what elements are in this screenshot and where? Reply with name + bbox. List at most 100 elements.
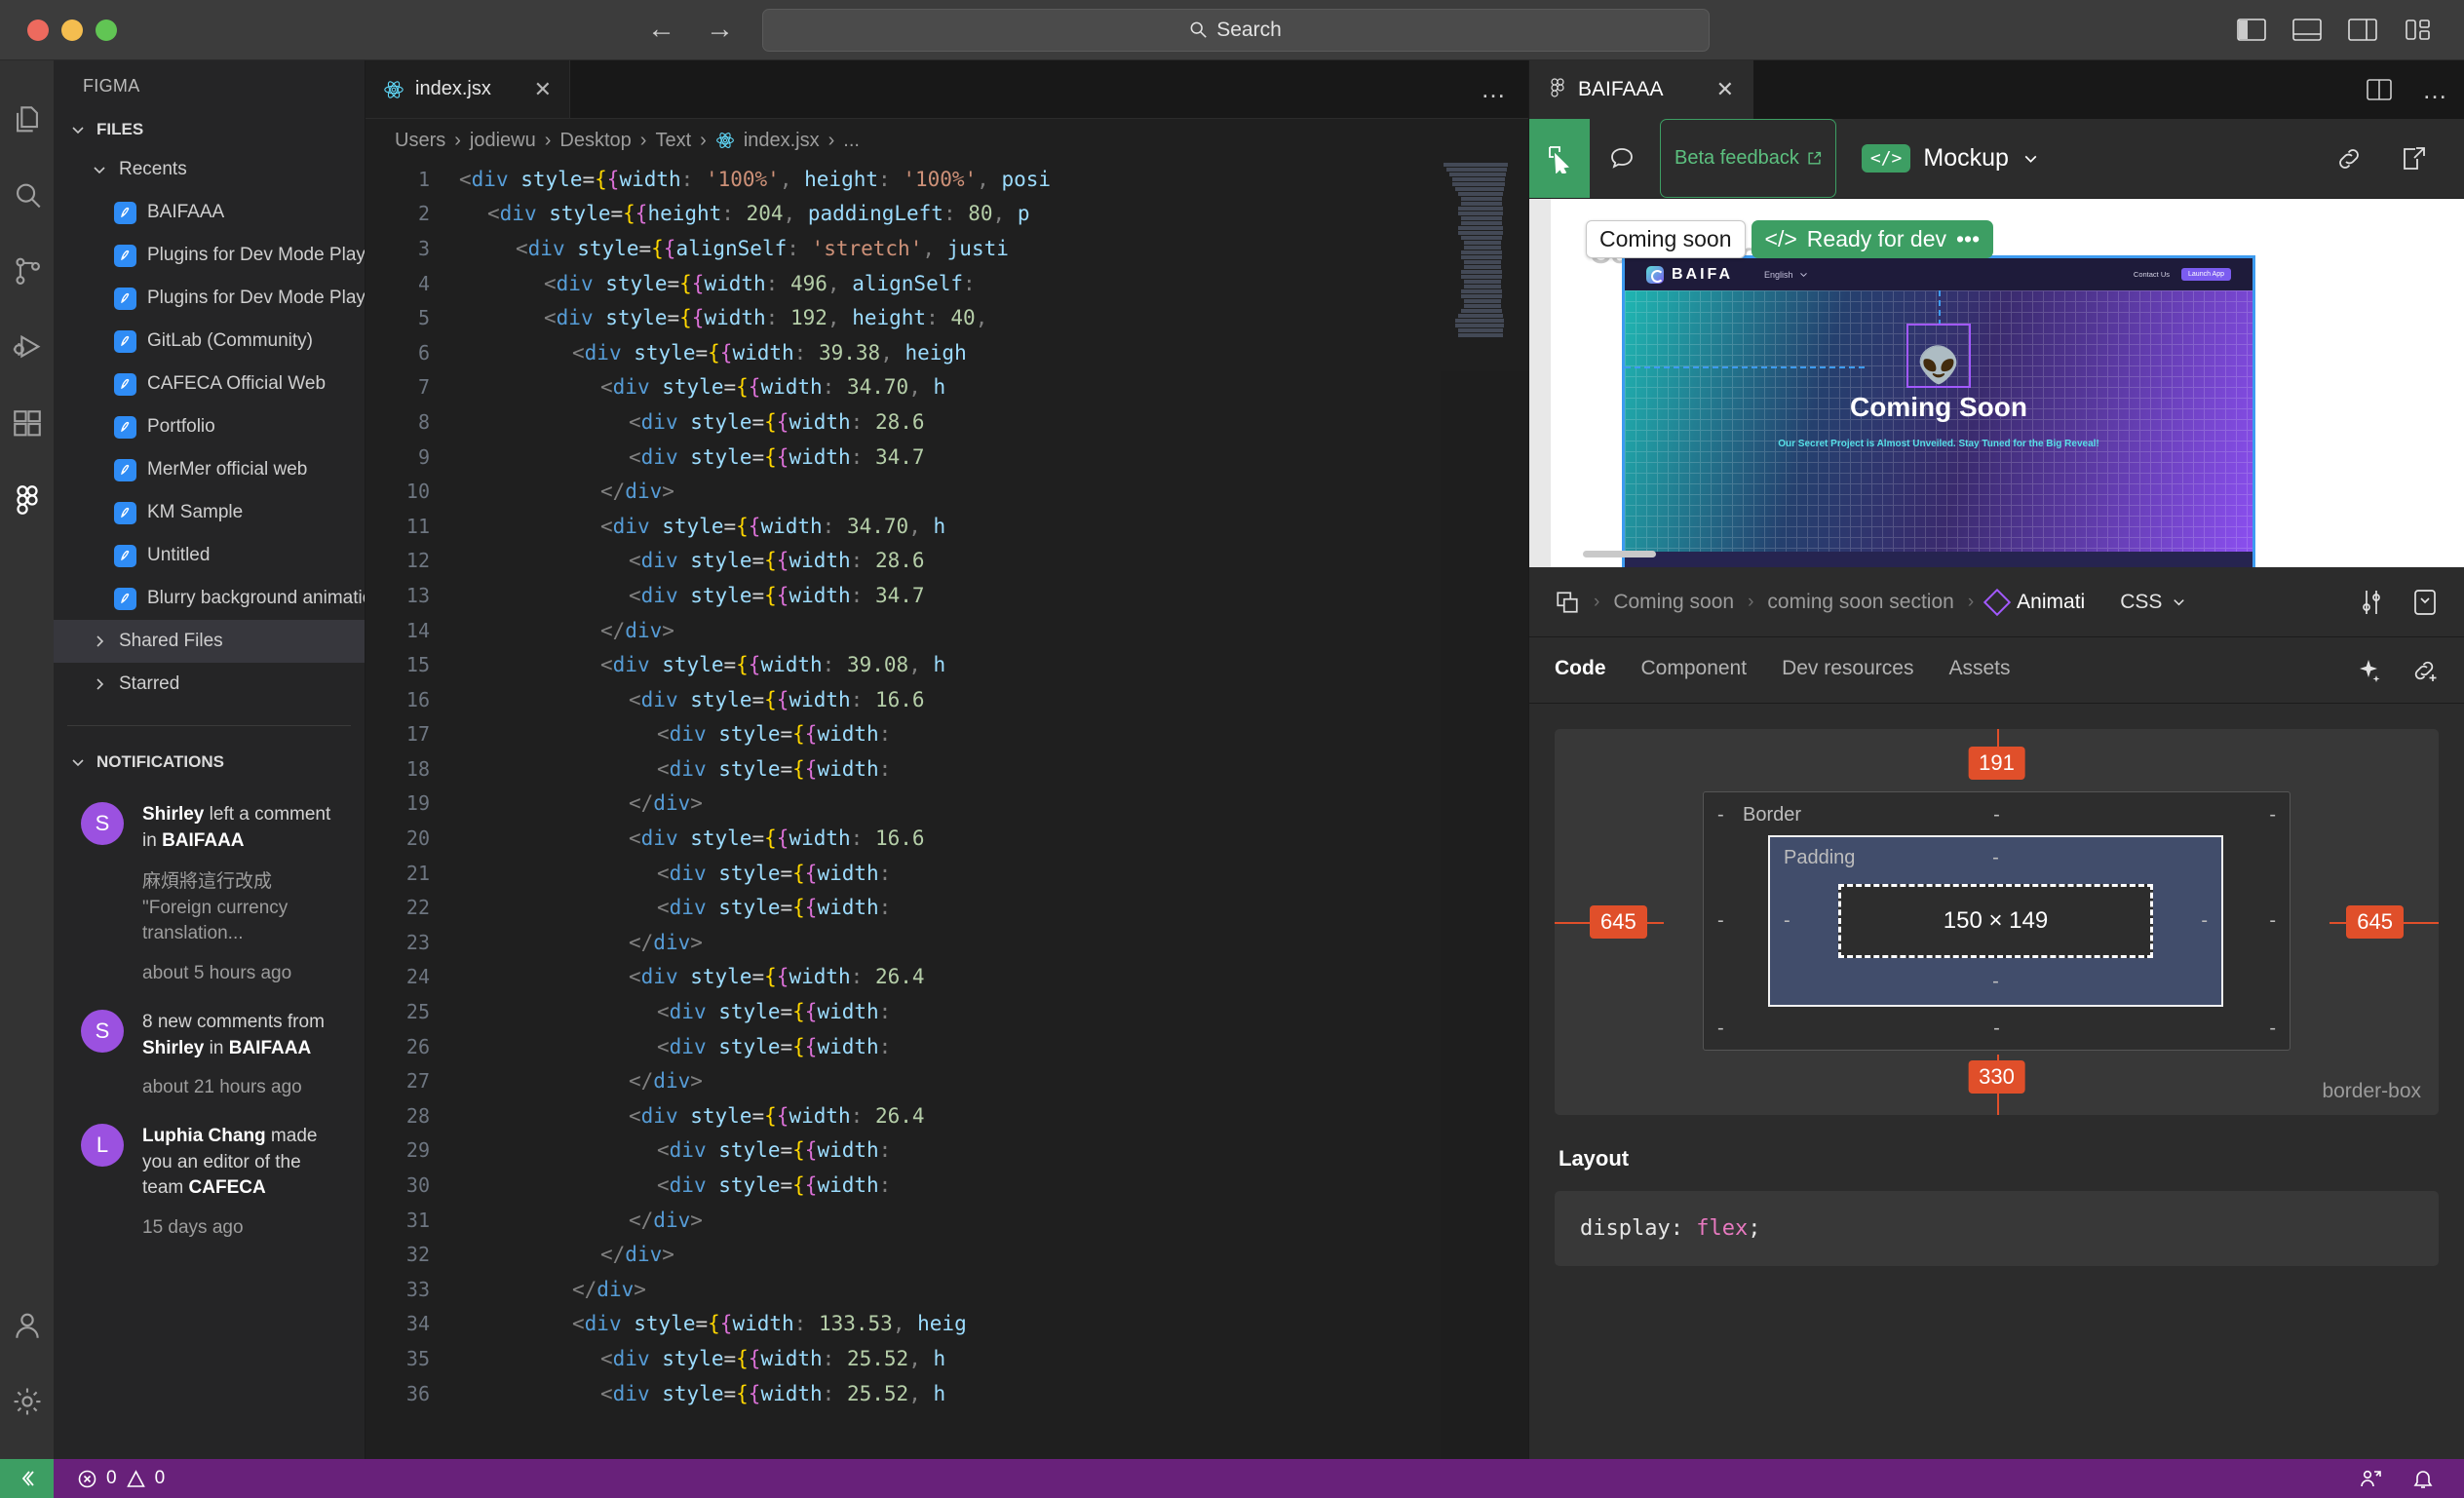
line-number: 14 [405,618,430,642]
file-item[interactable]: Blurry background animation (C... [54,577,365,620]
sidebar-item-figma[interactable] [0,462,54,538]
sidebar-item-run-debug[interactable] [0,310,54,386]
editor-actions-more-icon[interactable]: … [1460,60,1528,118]
notification-item[interactable]: S Shirley left a comment in BAIFAAA 麻煩將這行改… [54,781,365,988]
sliders-icon[interactable] [2359,588,2386,617]
chevron-down-icon [2024,155,2037,163]
breadcrumb-item-4[interactable]: index.jsx [744,130,820,152]
layout-css-block[interactable]: display: flex; [1555,1191,2439,1266]
tab-index-jsx[interactable]: index.jsx ✕ [366,60,570,118]
accounts-button[interactable] [0,1287,54,1364]
figma-inspector-content[interactable]: 191 330 645 645 Border - - - - - - - - P… [1529,704,2464,1459]
customize-layout-icon[interactable] [2404,18,2433,42]
breadcrumb-item-5[interactable]: ... [843,130,860,152]
open-in-figma-button[interactable] [2386,119,2441,199]
figma-breadcrumb-item-1[interactable]: coming soon section [1767,591,1953,614]
sidebar-item-extensions[interactable] [0,386,54,462]
layers-icon[interactable] [1555,590,1580,615]
line-content: <div style={{width: [657,1138,892,1163]
mockup-frame[interactable]: BAIFA English Contact Us Launch App 👽 Co… [1622,255,2255,567]
link-plus-icon[interactable] [2411,657,2439,684]
collapse-panel-icon[interactable] [2411,588,2439,617]
beta-feedback-button[interactable]: Beta feedback [1660,119,1836,198]
frame-name-badge[interactable]: Coming soon [1586,220,1746,258]
canvas-badges: Coming soon </> Ready for dev ••• [1586,220,1994,258]
search-input[interactable]: Search [761,8,1710,52]
breadcrumb-item-1[interactable]: jodiewu [470,130,536,152]
tree-group-recents[interactable]: Recents [54,148,365,191]
file-item[interactable]: GitLab (Community) [54,320,365,363]
tab-assets[interactable]: Assets [1948,657,2010,683]
file-item[interactable]: Portfolio [54,405,365,448]
bell-icon[interactable] [2411,1467,2435,1490]
notification-item[interactable]: S 8 new comments from Shirley in BAIFAAA a… [54,988,365,1102]
breadcrumb-item-0[interactable]: Users [395,130,445,152]
ready-badge-more-icon[interactable]: ••• [1956,226,1980,252]
mockup-contact-link[interactable]: Contact Us [2134,270,2170,279]
tab-dev-resources[interactable]: Dev resources [1782,657,1913,683]
line-content: <div style={{width: [657,1000,892,1024]
forward-icon[interactable]: → [704,14,737,47]
breadcrumb-item-2[interactable]: Desktop [559,130,631,152]
file-item[interactable]: MerMer official web [54,448,365,491]
ready-for-dev-badge[interactable]: </> Ready for dev ••• [1751,220,1994,258]
mockup-mode-selector[interactable]: </> Mockup [1861,119,2040,198]
section-header-notifications[interactable]: NOTIFICATIONS [54,744,365,781]
line-number: 22 [405,896,430,920]
mockup-language-selector[interactable]: English [1764,270,1808,280]
file-item[interactable]: CAFECA Official Web [54,363,365,405]
file-item[interactable]: KM Sample [54,491,365,534]
minimap[interactable] [1441,162,1528,1459]
toggle-panel-icon[interactable] [2292,18,2322,42]
section-header-files[interactable]: FILES [54,111,365,148]
mockup-launch-button[interactable]: Launch App [2181,268,2231,281]
minimize-window-button[interactable] [61,19,83,41]
close-icon[interactable]: ✕ [1716,77,1734,102]
selected-layer-outline[interactable]: 👽 [1906,324,1971,388]
sidebar-item-source-control[interactable] [0,234,54,310]
split-editor-icon[interactable] [2351,60,2407,119]
file-item[interactable]: Plugins for Dev Mode Playgrou... [54,277,365,320]
canvas-horizontal-scrollbar[interactable] [1583,551,1656,557]
remote-window-button[interactable] [0,1459,54,1498]
tree-group-label: Shared Files [119,631,223,651]
file-item[interactable]: BAIFAAA [54,191,365,234]
close-window-button[interactable] [27,19,49,41]
copy-link-button[interactable] [2322,119,2376,199]
code-editor[interactable]: 1 <div style={{width: '100%', height: '10… [366,162,1528,1459]
toggle-secondary-sidebar-icon[interactable] [2348,18,2377,42]
notification-item[interactable]: L Luphia Chang made you an editor of the … [54,1102,365,1243]
file-item[interactable]: Untitled [54,534,365,577]
tab-code[interactable]: Code [1555,657,1606,683]
search-placeholder-text: Search [1216,18,1282,41]
file-item[interactable]: Plugins for Dev Mode Playgrou... [54,234,365,277]
sparkle-icon[interactable] [2355,657,2382,684]
tab-baifaaa[interactable]: BAIFAAA ✕ [1529,60,1753,119]
tree-group-starred[interactable]: Starred [54,663,365,706]
settings-button[interactable] [0,1364,54,1440]
figma-breadcrumb-item-0[interactable]: Coming soon [1613,591,1734,614]
border-dash-bottom: - [1993,1018,2000,1039]
comment-tool[interactable] [1590,119,1654,198]
sidebar-item-explorer[interactable] [0,82,54,158]
cursor-select-tool[interactable] [1529,119,1590,198]
close-icon[interactable]: ✕ [534,77,552,102]
maximize-window-button[interactable] [96,19,117,41]
sidebar-title: FIGMA [83,75,140,96]
line-number: 28 [405,1103,430,1128]
tab-component[interactable]: Component [1641,657,1748,683]
line-content: <div style={{width: 133.53, heig [572,1312,967,1336]
figma-breadcrumb-active[interactable]: Animati [1983,588,2085,616]
language-selector[interactable]: CSS [2120,591,2187,614]
sidebar-item-search[interactable] [0,158,54,234]
ellipsis-icon[interactable]: … [2407,60,2464,119]
breadcrumb-item-3[interactable]: Text [655,130,691,152]
tree-group-shared-files[interactable]: Shared Files [54,620,365,663]
back-icon[interactable]: ← [645,14,678,47]
problems-status[interactable]: 0 0 [54,1468,165,1489]
padding-dash-top: - [1992,847,1999,868]
toggle-primary-sidebar-icon[interactable] [2237,18,2266,42]
minimap-line [1458,192,1503,196]
figma-canvas[interactable]: Coming soon Coming soon </> Ready for de… [1529,199,2464,567]
live-share-icon[interactable] [2359,1467,2382,1490]
